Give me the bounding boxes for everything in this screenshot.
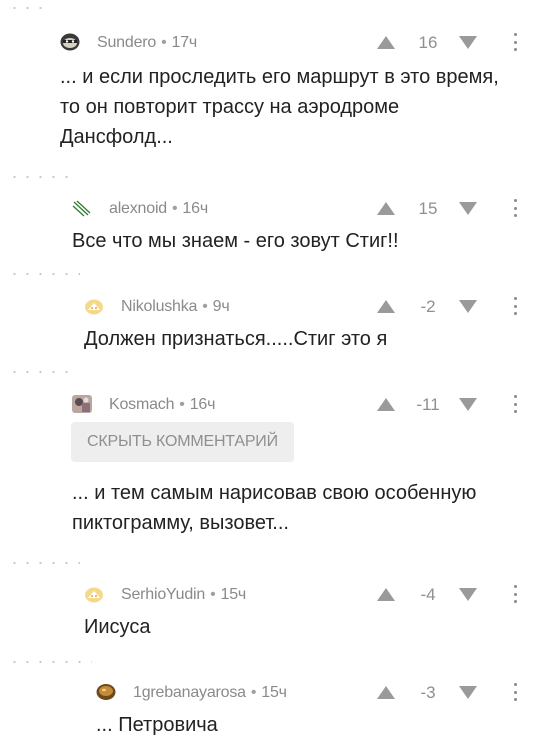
masked-face-avatar-icon[interactable] [60, 33, 80, 51]
comment-text: Должен признаться.....Стиг это я [84, 328, 388, 350]
meta-separator: • [161, 34, 167, 51]
more-options-icon[interactable] [511, 199, 519, 217]
comment-meta: Sundero • 17ч [97, 34, 197, 52]
downvote-arrow-icon[interactable] [459, 36, 477, 49]
comment-text: Все что мы знаем - его зовут Стиг!! [72, 230, 399, 252]
comment-header: alexnoid • 16ч 15 [72, 196, 540, 220]
upvote-arrow-icon[interactable] [377, 36, 395, 49]
meta-separator: • [250, 684, 257, 701]
green-slashes-avatar-icon[interactable] [72, 199, 92, 217]
meta-separator: • [210, 586, 216, 603]
comment-text: Иисуса [84, 616, 151, 638]
more-options-icon[interactable] [511, 297, 519, 315]
photo-avatar-icon[interactable] [72, 395, 92, 413]
author-name[interactable]: SerhioYudin [121, 586, 205, 603]
comment-score: 15 [418, 199, 438, 218]
author-name[interactable]: alexnoid [109, 200, 167, 217]
thread-indent-dots [8, 175, 68, 179]
comment-header: Sundero • 17ч 16 [60, 30, 540, 54]
default-yellow-avatar-icon[interactable] [84, 297, 104, 315]
author-name[interactable]: Sundero [97, 34, 156, 51]
comment-time[interactable]: 16ч [190, 396, 216, 413]
comment-score: -3 [420, 683, 436, 702]
comment-text: ... Петровича [96, 714, 218, 736]
hide-button-row: СКРЫТЬ КОММЕНТАРИЙ [71, 422, 540, 462]
comment: 1grebanayarosa • 15ч -3 ... Петровича [96, 680, 540, 740]
comment-meta: alexnoid • 16ч [109, 200, 208, 218]
meta-separator: • [202, 298, 208, 315]
comment-meta: Nikolushka • 9ч [121, 298, 230, 316]
comment-header: Nikolushka • 9ч -2 [84, 294, 540, 318]
more-options-icon[interactable] [511, 683, 519, 701]
thread-indent-dots [8, 660, 92, 664]
comment-time[interactable]: 16ч [182, 200, 208, 217]
comment-meta: Kosmach • 16ч [109, 396, 215, 414]
upvote-arrow-icon[interactable] [377, 398, 395, 411]
thread-indent-dots [8, 272, 80, 276]
comment-time[interactable]: 15ч [261, 684, 287, 701]
bread-avatar-icon[interactable] [96, 683, 116, 701]
comment: SerhioYudin • 15ч -4 Иисуса [84, 582, 540, 642]
upvote-arrow-icon[interactable] [377, 588, 395, 601]
thread-indent-dots [8, 561, 80, 565]
downvote-arrow-icon[interactable] [459, 686, 477, 699]
downvote-arrow-icon[interactable] [459, 588, 477, 601]
comment-text: ... и тем самым нарисовав свою особенную… [72, 482, 477, 534]
more-options-icon[interactable] [511, 33, 519, 51]
default-yellow-avatar-icon[interactable] [84, 585, 104, 603]
comment-time[interactable]: 9ч [213, 298, 230, 315]
comment: Kosmach • 16ч -11 СКРЫТЬ КОММЕНТАРИЙ ... и… [71, 392, 540, 538]
comment: alexnoid • 16ч 15 Все что мы знаем - его з… [72, 196, 540, 256]
author-name[interactable]: Nikolushka [121, 298, 197, 315]
downvote-arrow-icon[interactable] [459, 300, 477, 313]
thread-indent-dots [8, 6, 48, 10]
upvote-arrow-icon[interactable] [377, 300, 395, 313]
upvote-arrow-icon[interactable] [377, 686, 395, 699]
comment-header: Kosmach • 16ч -11 [72, 392, 540, 416]
meta-separator: • [172, 200, 178, 217]
comment: Nikolushka • 9ч -2 Должен признаться.....С… [84, 294, 540, 354]
comment-text: ... и если проследить его маршрут в это … [60, 66, 499, 148]
author-name[interactable]: 1grebanayarosa [133, 684, 246, 701]
comments-thread: Sundero • 17ч 16 ... и если проследить его… [0, 0, 540, 741]
comment-score: 16 [418, 33, 438, 52]
comment-score: -2 [420, 297, 436, 316]
comment-header: 1grebanayarosa • 15ч -3 [96, 680, 540, 704]
comment-meta: 1grebanayarosa • 15ч [133, 684, 287, 702]
comment-score: -4 [420, 585, 436, 604]
more-options-icon[interactable] [511, 585, 519, 603]
comment-score: -11 [416, 395, 440, 414]
downvote-arrow-icon[interactable] [459, 202, 477, 215]
thread-indent-dots [8, 370, 68, 374]
meta-separator: • [179, 396, 185, 413]
downvote-arrow-icon[interactable] [459, 398, 477, 411]
comment: Sundero • 17ч 16 ... и если проследить его… [60, 30, 540, 152]
comment-time[interactable]: 15ч [221, 586, 247, 603]
comment-meta: SerhioYudin • 15ч [121, 586, 246, 604]
more-options-icon[interactable] [511, 395, 519, 413]
author-name[interactable]: Kosmach [109, 396, 174, 413]
comment-header: SerhioYudin • 15ч -4 [84, 582, 540, 606]
upvote-arrow-icon[interactable] [377, 202, 395, 215]
hide-comment-button[interactable]: СКРЫТЬ КОММЕНТАРИЙ [71, 422, 294, 462]
comment-time[interactable]: 17ч [172, 34, 198, 51]
